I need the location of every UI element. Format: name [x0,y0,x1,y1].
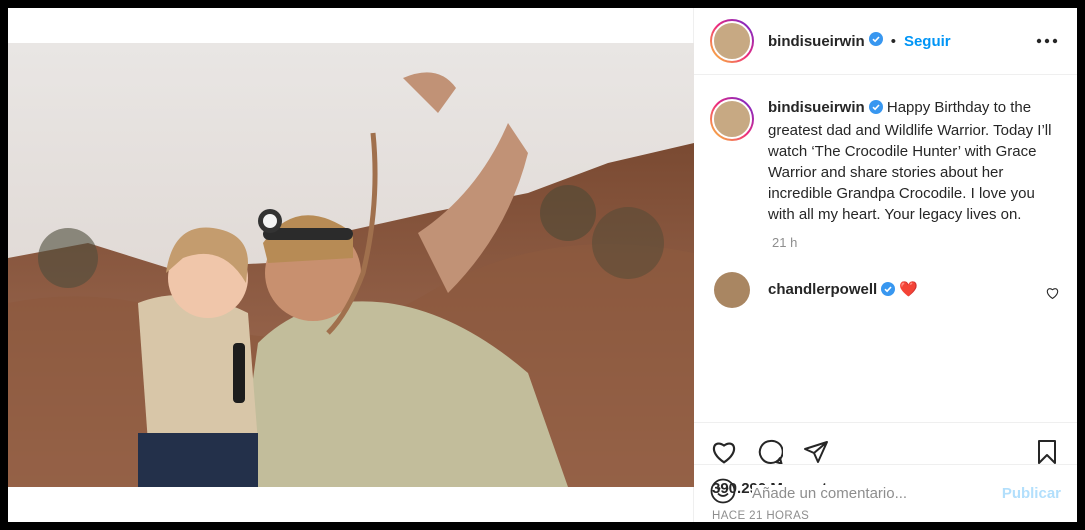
share-icon[interactable] [802,438,830,466]
comment-text: ❤️ [899,281,919,298]
caption-row: bindisueirwin Happy Birthday to the grea… [710,97,1061,225]
commenter-username[interactable]: chandlerpowell [768,281,877,298]
post-media [8,8,694,522]
photo-illustration [8,43,694,487]
follow-button[interactable]: Seguir [904,33,951,50]
verified-badge-icon [868,99,883,120]
post-header: bindisueirwin • Seguir [694,8,1077,75]
commenter-avatar[interactable] [714,272,750,308]
like-icon[interactable] [710,438,738,466]
emoji-icon[interactable] [710,478,736,509]
publish-button[interactable]: Publicar [1002,485,1061,502]
comment-text-block: chandlerpowell ❤️ [768,280,918,300]
comment-icon[interactable] [756,438,784,466]
comments-area: bindisueirwin Happy Birthday to the grea… [694,75,1077,422]
save-icon[interactable] [1033,438,1061,466]
verified-badge-icon [881,282,896,300]
small-heart-icon[interactable] [1046,286,1059,304]
author-username[interactable]: bindisueirwin [768,33,865,50]
author-avatar[interactable] [710,19,754,63]
caption-username[interactable]: bindisueirwin [768,99,865,116]
caption-text: Happy Birthday to the greatest dad and W… [768,99,1052,223]
add-comment-bar: Publicar [694,464,1077,522]
caption-author-avatar[interactable] [710,97,754,141]
caption-text-block: bindisueirwin Happy Birthday to the grea… [768,97,1058,225]
post-photo[interactable] [8,43,694,487]
more-options-icon[interactable] [1033,31,1061,51]
verified-badge-icon [868,31,883,51]
separator-dot: • [890,32,896,50]
post-window: bindisueirwin • Seguir bindisueirwin Hap… [8,8,1077,522]
comment-row: chandlerpowell ❤️ [710,272,1061,308]
comment-input[interactable] [752,485,1002,502]
caption-timestamp: 21 h [772,235,798,250]
post-side-panel: bindisueirwin • Seguir bindisueirwin Hap… [694,8,1077,522]
